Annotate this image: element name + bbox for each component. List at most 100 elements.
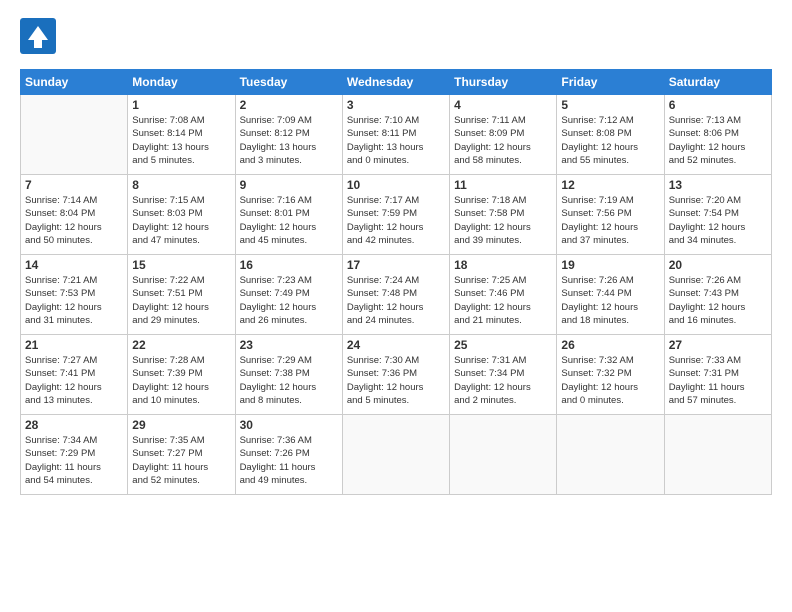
calendar-week-row: 21 Sunrise: 7:27 AMSunset: 7:41 PMDayligh… bbox=[21, 335, 772, 415]
calendar-cell bbox=[21, 95, 128, 175]
calendar-cell: 13Sunrise: 7:20 AMSunset: 7:54 PMDayligh… bbox=[664, 175, 771, 255]
day-info: Sunrise: 7:13 AMSunset: 8:06 PMDaylight:… bbox=[669, 114, 767, 167]
day-number: 30 bbox=[240, 418, 338, 432]
day-info: Sunrise: 7:25 AMSunset: 7:46 PMDaylight:… bbox=[454, 274, 552, 327]
day-number: 2 bbox=[240, 98, 338, 112]
calendar-cell: 20 Sunrise: 7:26 AMSunset: 7:43 PMDayligh… bbox=[664, 255, 771, 335]
day-number: 11 bbox=[454, 178, 552, 192]
day-number: 17 bbox=[347, 258, 445, 272]
calendar-cell: 27 Sunrise: 7:33 AMSunset: 7:31 PMDayligh… bbox=[664, 335, 771, 415]
day-number: 5 bbox=[561, 98, 659, 112]
day-number: 12 bbox=[561, 178, 659, 192]
day-number: 14 bbox=[25, 258, 123, 272]
calendar-cell: 21 Sunrise: 7:27 AMSunset: 7:41 PMDayligh… bbox=[21, 335, 128, 415]
day-info: Sunrise: 7:28 AMSunset: 7:39 PMDaylight:… bbox=[132, 354, 230, 407]
day-number: 3 bbox=[347, 98, 445, 112]
header bbox=[20, 18, 772, 59]
calendar-cell: 2 Sunrise: 7:09 AMSunset: 8:12 PMDaylight… bbox=[235, 95, 342, 175]
calendar-cell: 1Sunrise: 7:08 AMSunset: 8:14 PMDaylight… bbox=[128, 95, 235, 175]
day-info: Sunrise: 7:12 AMSunset: 8:08 PMDaylight:… bbox=[561, 114, 659, 167]
calendar-cell: 8 Sunrise: 7:15 AMSunset: 8:03 PMDaylight… bbox=[128, 175, 235, 255]
calendar-cell: 14 Sunrise: 7:21 AMSunset: 7:53 PMDayligh… bbox=[21, 255, 128, 335]
day-info: Sunrise: 7:23 AMSunset: 7:49 PMDaylight:… bbox=[240, 274, 338, 327]
day-info: Sunrise: 7:34 AMSunset: 7:29 PMDaylight:… bbox=[25, 434, 123, 487]
day-number: 6 bbox=[669, 98, 767, 112]
day-info: Sunrise: 7:29 AMSunset: 7:38 PMDaylight:… bbox=[240, 354, 338, 407]
day-info: Sunrise: 7:16 AMSunset: 8:01 PMDaylight:… bbox=[240, 194, 338, 247]
day-info: Sunrise: 7:11 AMSunset: 8:09 PMDaylight:… bbox=[454, 114, 552, 167]
day-number: 7 bbox=[25, 178, 123, 192]
day-info: Sunrise: 7:09 AMSunset: 8:12 PMDaylight:… bbox=[240, 114, 338, 167]
day-info: Sunrise: 7:10 AMSunset: 8:11 PMDaylight:… bbox=[347, 114, 445, 167]
column-header-saturday: Saturday bbox=[664, 70, 771, 95]
calendar-cell: 6 Sunrise: 7:13 AMSunset: 8:06 PMDaylight… bbox=[664, 95, 771, 175]
calendar-week-row: 7 Sunrise: 7:14 AMSunset: 8:04 PMDaylight… bbox=[21, 175, 772, 255]
column-header-friday: Friday bbox=[557, 70, 664, 95]
day-number: 22 bbox=[132, 338, 230, 352]
day-number: 20 bbox=[669, 258, 767, 272]
day-info: Sunrise: 7:17 AMSunset: 7:59 PMDaylight:… bbox=[347, 194, 445, 247]
calendar-cell: 25 Sunrise: 7:31 AMSunset: 7:34 PMDayligh… bbox=[450, 335, 557, 415]
calendar-cell: 5 Sunrise: 7:12 AMSunset: 8:08 PMDaylight… bbox=[557, 95, 664, 175]
calendar-cell: 15 Sunrise: 7:22 AMSunset: 7:51 PMDayligh… bbox=[128, 255, 235, 335]
calendar-cell: 11 Sunrise: 7:18 AMSunset: 7:58 PMDayligh… bbox=[450, 175, 557, 255]
logo-icon bbox=[20, 18, 56, 54]
day-number: 18 bbox=[454, 258, 552, 272]
calendar-week-row: 14 Sunrise: 7:21 AMSunset: 7:53 PMDayligh… bbox=[21, 255, 772, 335]
calendar-cell: 17Sunrise: 7:24 AMSunset: 7:48 PMDayligh… bbox=[342, 255, 449, 335]
day-number: 24 bbox=[347, 338, 445, 352]
day-info: Sunrise: 7:35 AMSunset: 7:27 PMDaylight:… bbox=[132, 434, 230, 487]
day-info: Sunrise: 7:27 AMSunset: 7:41 PMDaylight:… bbox=[25, 354, 123, 407]
calendar-cell: 23 Sunrise: 7:29 AMSunset: 7:38 PMDayligh… bbox=[235, 335, 342, 415]
calendar-header-row: SundayMondayTuesdayWednesdayThursdayFrid… bbox=[21, 70, 772, 95]
day-info: Sunrise: 7:20 AMSunset: 7:54 PMDaylight:… bbox=[669, 194, 767, 247]
day-info: Sunrise: 7:31 AMSunset: 7:34 PMDaylight:… bbox=[454, 354, 552, 407]
day-number: 27 bbox=[669, 338, 767, 352]
day-number: 21 bbox=[25, 338, 123, 352]
calendar-cell bbox=[664, 415, 771, 495]
day-info: Sunrise: 7:14 AMSunset: 8:04 PMDaylight:… bbox=[25, 194, 123, 247]
day-number: 8 bbox=[132, 178, 230, 192]
day-number: 19 bbox=[561, 258, 659, 272]
calendar-cell: 26 Sunrise: 7:32 AMSunset: 7:32 PMDayligh… bbox=[557, 335, 664, 415]
calendar-cell bbox=[450, 415, 557, 495]
calendar-table: SundayMondayTuesdayWednesdayThursdayFrid… bbox=[20, 69, 772, 495]
day-info: Sunrise: 7:30 AMSunset: 7:36 PMDaylight:… bbox=[347, 354, 445, 407]
day-info: Sunrise: 7:18 AMSunset: 7:58 PMDaylight:… bbox=[454, 194, 552, 247]
day-number: 25 bbox=[454, 338, 552, 352]
logo bbox=[20, 18, 60, 59]
day-number: 9 bbox=[240, 178, 338, 192]
day-number: 15 bbox=[132, 258, 230, 272]
day-info: Sunrise: 7:21 AMSunset: 7:53 PMDaylight:… bbox=[25, 274, 123, 327]
column-header-tuesday: Tuesday bbox=[235, 70, 342, 95]
day-number: 10 bbox=[347, 178, 445, 192]
calendar-cell: 19 Sunrise: 7:26 AMSunset: 7:44 PMDayligh… bbox=[557, 255, 664, 335]
calendar-cell: 10 Sunrise: 7:17 AMSunset: 7:59 PMDayligh… bbox=[342, 175, 449, 255]
day-info: Sunrise: 7:26 AMSunset: 7:43 PMDaylight:… bbox=[669, 274, 767, 327]
column-header-wednesday: Wednesday bbox=[342, 70, 449, 95]
calendar-cell bbox=[342, 415, 449, 495]
day-number: 23 bbox=[240, 338, 338, 352]
calendar-cell: 24 Sunrise: 7:30 AMSunset: 7:36 PMDayligh… bbox=[342, 335, 449, 415]
calendar-cell: 30 Sunrise: 7:36 AMSunset: 7:26 PMDayligh… bbox=[235, 415, 342, 495]
calendar-cell: 4 Sunrise: 7:11 AMSunset: 8:09 PMDaylight… bbox=[450, 95, 557, 175]
column-header-sunday: Sunday bbox=[21, 70, 128, 95]
day-number: 16 bbox=[240, 258, 338, 272]
day-number: 28 bbox=[25, 418, 123, 432]
day-info: Sunrise: 7:15 AMSunset: 8:03 PMDaylight:… bbox=[132, 194, 230, 247]
page: SundayMondayTuesdayWednesdayThursdayFrid… bbox=[0, 0, 792, 612]
day-info: Sunrise: 7:26 AMSunset: 7:44 PMDaylight:… bbox=[561, 274, 659, 327]
day-info: Sunrise: 7:36 AMSunset: 7:26 PMDaylight:… bbox=[240, 434, 338, 487]
day-number: 4 bbox=[454, 98, 552, 112]
day-info: Sunrise: 7:33 AMSunset: 7:31 PMDaylight:… bbox=[669, 354, 767, 407]
day-info: Sunrise: 7:22 AMSunset: 7:51 PMDaylight:… bbox=[132, 274, 230, 327]
calendar-cell: 29 Sunrise: 7:35 AMSunset: 7:27 PMDayligh… bbox=[128, 415, 235, 495]
day-number: 26 bbox=[561, 338, 659, 352]
day-info: Sunrise: 7:08 AMSunset: 8:14 PMDaylight:… bbox=[132, 114, 230, 167]
day-info: Sunrise: 7:19 AMSunset: 7:56 PMDaylight:… bbox=[561, 194, 659, 247]
day-info: Sunrise: 7:32 AMSunset: 7:32 PMDaylight:… bbox=[561, 354, 659, 407]
calendar-cell: 3 Sunrise: 7:10 AMSunset: 8:11 PMDaylight… bbox=[342, 95, 449, 175]
day-number: 29 bbox=[132, 418, 230, 432]
calendar-cell: 12 Sunrise: 7:19 AMSunset: 7:56 PMDayligh… bbox=[557, 175, 664, 255]
calendar-cell: 7 Sunrise: 7:14 AMSunset: 8:04 PMDaylight… bbox=[21, 175, 128, 255]
